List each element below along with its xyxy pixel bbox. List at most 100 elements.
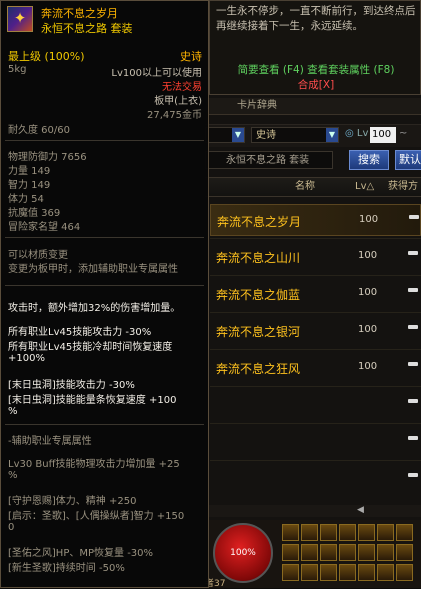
tab-strip: 卡片辞典 — [209, 98, 421, 115]
durability: 耐久度 60/60 — [8, 125, 70, 136]
skill-slot[interactable] — [396, 564, 413, 581]
hp-percent: 100% — [230, 548, 256, 558]
skill-slot[interactable] — [339, 564, 356, 581]
level-range-tilde: ~ — [399, 128, 408, 139]
row-name: 奔流不息之山川 — [216, 251, 301, 265]
divider — [5, 237, 204, 238]
minus-icon[interactable] — [408, 251, 418, 255]
skill-slot[interactable] — [301, 564, 318, 581]
effect-line: [末日虫洞]技能攻击力 -30% — [8, 380, 135, 391]
skill-slot[interactable] — [320, 524, 337, 541]
set-view-links[interactable]: 简要查看 (F4) 查看套装属性 (F8) — [216, 62, 416, 77]
table-row[interactable]: 奔流不息之山川 100 — [210, 241, 421, 273]
row-level: 100 — [358, 287, 378, 298]
row-name: 奔流不息之岁月 — [217, 215, 302, 229]
level-min-input[interactable]: 100 — [370, 127, 396, 143]
skill-slot[interactable] — [282, 524, 299, 541]
minus-icon[interactable] — [408, 436, 418, 440]
aux-attribute-title: -辅助职业专属属性 — [8, 436, 92, 447]
name-search-input[interactable]: 永恒不息之路 套装 — [205, 151, 333, 169]
minus-icon[interactable] — [409, 215, 419, 219]
grade-dropdown[interactable]: 史诗 ▼ — [251, 127, 339, 143]
empty-table-row — [210, 389, 421, 421]
table-row[interactable]: 奔流不息之银河 100 — [210, 315, 421, 347]
row-name: 奔流不息之伽蓝 — [216, 288, 301, 302]
search-button[interactable]: 搜索 — [349, 150, 389, 170]
row-divider — [210, 423, 421, 424]
skill-slot[interactable] — [339, 524, 356, 541]
aux-attribute-line: [圣佑之风]HP、MP恢复量 -30% — [8, 548, 154, 559]
skill-slot[interactable] — [320, 544, 337, 561]
skill-slot[interactable] — [301, 524, 318, 541]
armor-icon: ✦ — [13, 9, 27, 27]
effect-line: [末日虫洞]技能能量条恢复速度 +100 — [8, 395, 177, 406]
stat-line: 物理防御力 7656 — [8, 152, 87, 163]
tab-card-dictionary[interactable]: 卡片辞典 — [237, 99, 277, 113]
row-level: 100 — [358, 250, 378, 261]
column-header-level[interactable]: Lv△ — [355, 178, 374, 196]
aux-attribute-line: % — [8, 470, 18, 481]
set-description-text: 一生永不停步，一直不断前行，到达终点后再继续接着下一生，永远延续。 — [216, 5, 416, 32]
table-row[interactable]: 奔流不息之岁月 100 — [210, 204, 421, 236]
aux-attribute-line: Lv30 Buff技能物理攻击力增加量 +25 — [8, 459, 180, 470]
skill-slot[interactable] — [358, 544, 375, 561]
table-row[interactable]: 奔流不息之狂风 100 — [210, 352, 421, 384]
skill-slot[interactable] — [282, 544, 299, 561]
row-divider — [210, 386, 421, 387]
item-slot-type: 板甲(上衣) — [154, 96, 202, 107]
item-name: 奔流不息之岁月 — [41, 7, 118, 20]
skill-slot[interactable] — [396, 524, 413, 541]
level-icon: ◎ — [345, 128, 354, 139]
skill-slot[interactable] — [339, 544, 356, 561]
table-row[interactable]: 奔流不息之伽蓝 100 — [210, 278, 421, 310]
skill-slot[interactable] — [377, 544, 394, 561]
minus-icon[interactable] — [408, 473, 418, 477]
minus-icon[interactable] — [408, 325, 418, 329]
skill-slot[interactable] — [301, 544, 318, 561]
grade-dropdown-value: 史诗 — [256, 130, 276, 141]
effect-line: +100% — [8, 353, 45, 364]
column-header-name[interactable]: 名称 — [295, 178, 315, 196]
skill-slot[interactable] — [396, 544, 413, 561]
minus-icon[interactable] — [408, 362, 418, 366]
empty-table-row — [210, 463, 421, 495]
row-divider — [210, 460, 421, 461]
row-name: 奔流不息之狂风 — [216, 362, 301, 376]
set-combine-link[interactable]: 合成[X] — [216, 77, 416, 92]
scroll-left-icon[interactable]: ◀ — [357, 505, 364, 515]
skill-slot[interactable] — [377, 524, 394, 541]
empty-table-row — [210, 426, 421, 458]
skill-slot[interactable] — [320, 564, 337, 581]
column-header-source[interactable]: 获得方 — [388, 178, 418, 196]
skill-slot[interactable] — [358, 524, 375, 541]
row-level: 100 — [358, 324, 378, 335]
minus-icon[interactable] — [408, 288, 418, 292]
row-divider — [210, 349, 421, 350]
skill-slot[interactable] — [377, 564, 394, 581]
minus-icon[interactable] — [408, 399, 418, 403]
level-requirement: Lv100以上可以使用 — [111, 68, 202, 79]
stat-line: 冒险家名望 464 — [8, 222, 81, 233]
stat-line: 体力 54 — [8, 194, 44, 205]
horizontal-scrollbar[interactable]: ◀ — [205, 505, 421, 517]
item-rarity: 史诗 — [180, 50, 202, 63]
stat-line: 智力 149 — [8, 180, 51, 191]
row-level: 100 — [358, 361, 378, 372]
chevron-down-icon: ▼ — [232, 128, 244, 142]
divider — [5, 285, 204, 286]
skill-slot[interactable] — [358, 564, 375, 581]
aux-attribute-line: [启示：圣歌]、[人偶操纵者]智力 +150 — [8, 511, 185, 522]
item-weight: 5kg — [8, 64, 27, 75]
material-change-note: 变更为板甲时，添加辅助职业专属属性 — [8, 264, 178, 275]
item-grade: 最上级 (100%) — [8, 50, 85, 63]
table-header: 名称 Lv△ 获得方 — [205, 177, 421, 197]
type-dropdown[interactable]: ▼ — [205, 127, 245, 143]
item-tooltip: ✦ 奔流不息之岁月 永恒不息之路 套装 最上级 (100%) 史诗 5kg Lv… — [0, 0, 209, 588]
chevron-down-icon: ▼ — [326, 128, 338, 142]
effect-line: 所有职业Lv45技能冷却时间恢复速度 — [8, 342, 173, 353]
trade-restriction: 无法交易 — [162, 82, 202, 93]
effect-line: 攻击时，额外增加32%的伤害增加量。 — [8, 303, 181, 314]
skill-slot[interactable] — [282, 564, 299, 581]
default-button[interactable]: 默认 — [395, 150, 421, 170]
aux-attribute-line: [守护恩赐]体力、精神 +250 — [8, 496, 137, 507]
